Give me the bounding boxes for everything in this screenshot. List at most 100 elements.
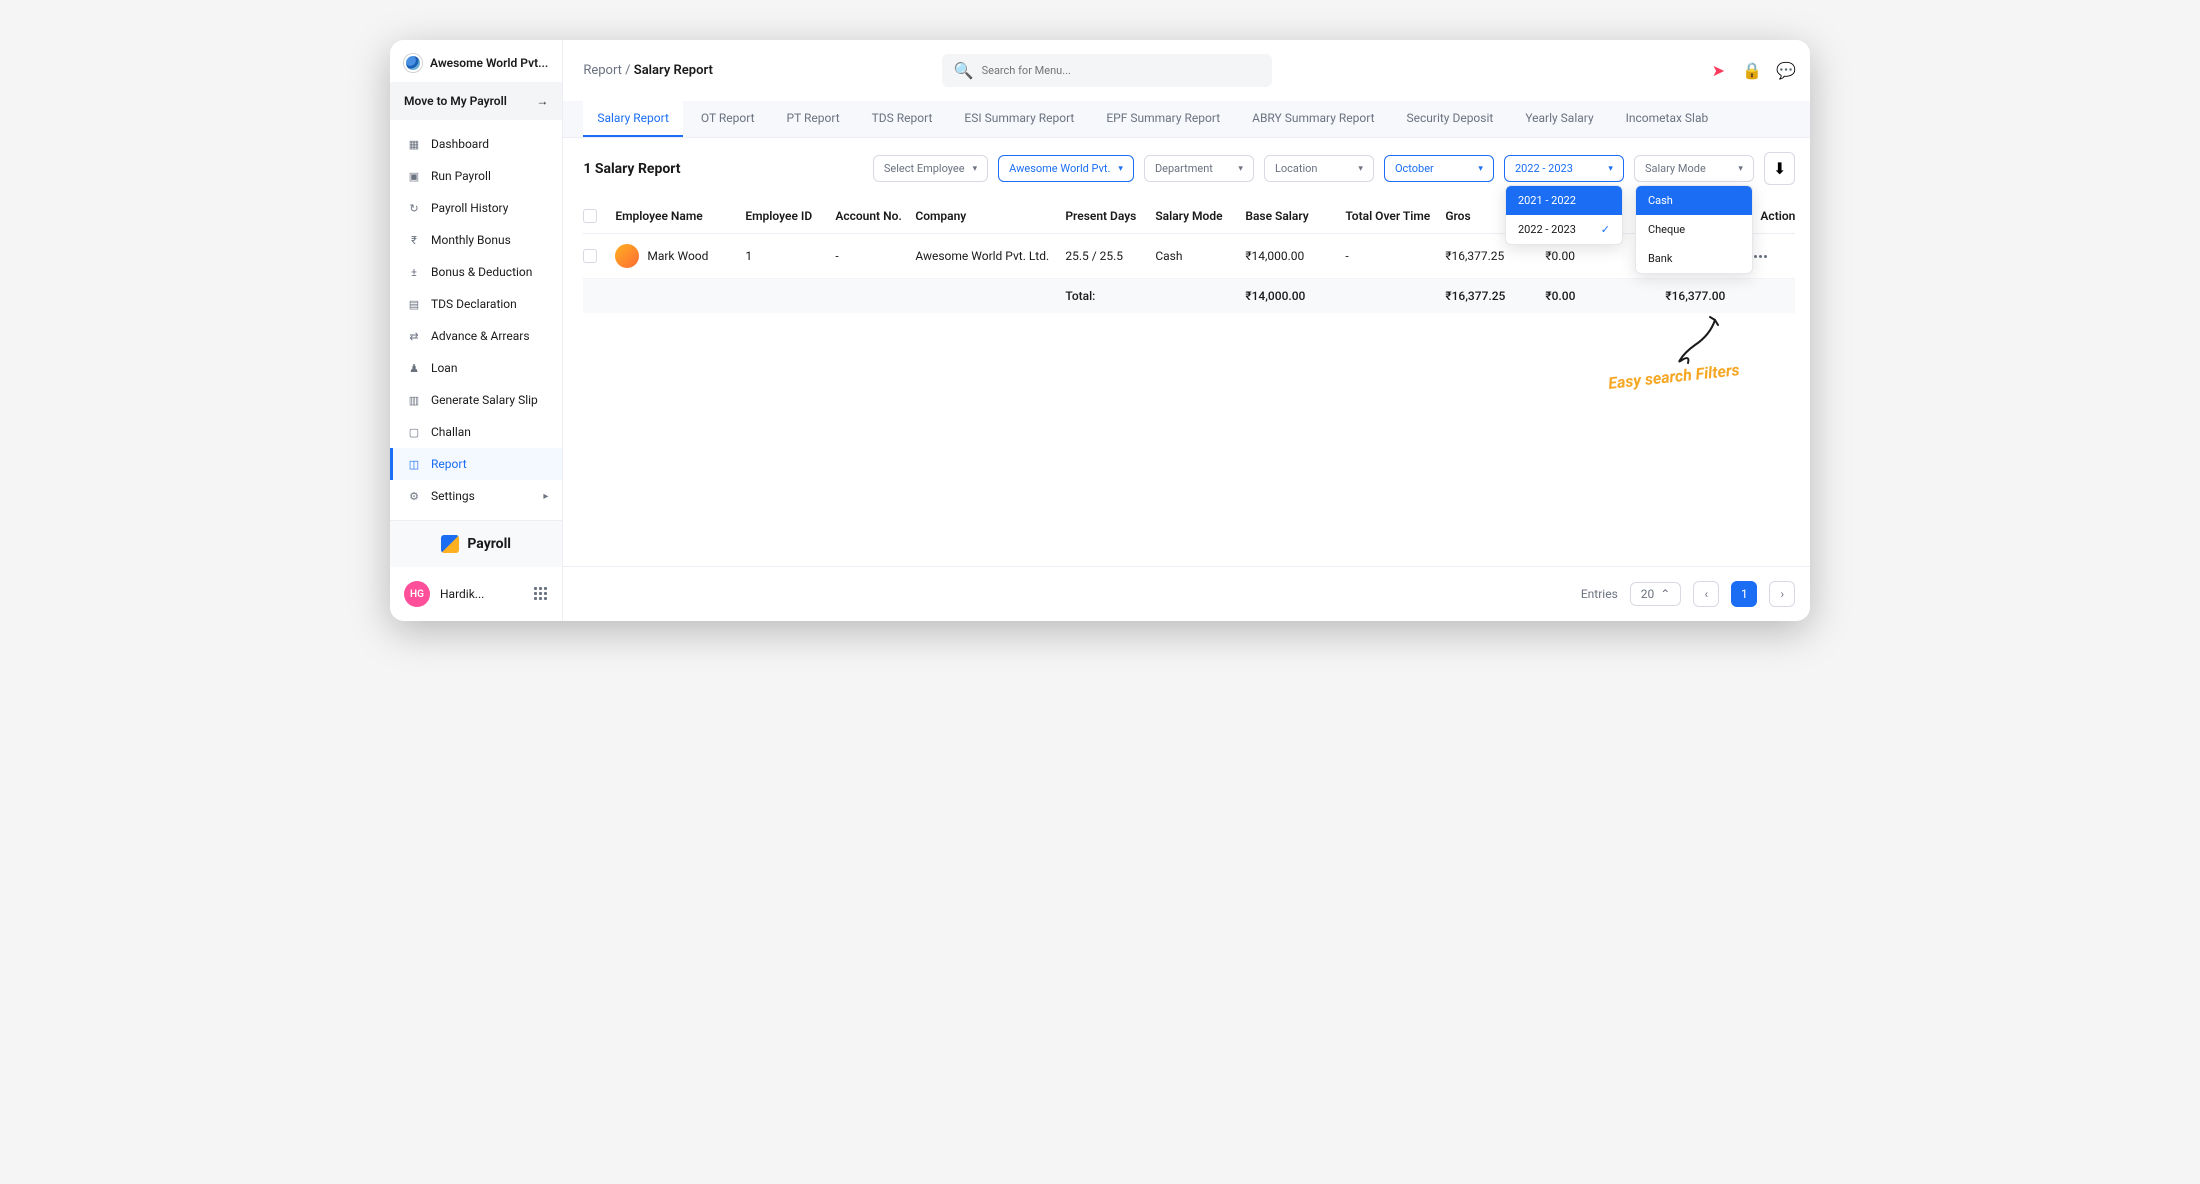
user-name: Hardik... bbox=[440, 587, 524, 601]
tab-security-deposit[interactable]: Security Deposit bbox=[1393, 101, 1508, 137]
mode-option[interactable]: Cash bbox=[1636, 186, 1752, 215]
nav-icon: ↻ bbox=[407, 201, 421, 215]
year-select[interactable]: 2022 - 2023▾ 2021 - 20222022 - 2023✓ bbox=[1504, 155, 1624, 182]
tab-esi-summary-report[interactable]: ESI Summary Report bbox=[950, 101, 1088, 137]
user-bar[interactable]: HG Hardik... bbox=[390, 567, 562, 621]
tab-epf-summary-report[interactable]: EPF Summary Report bbox=[1092, 101, 1234, 137]
filters-row: 1 Salary Report Select Employee▾ Awesome… bbox=[563, 138, 1810, 199]
chevron-down-icon: ▾ bbox=[1738, 164, 1743, 174]
tab-incometax-slab[interactable]: Incometax Slab bbox=[1612, 101, 1723, 137]
brand: Awesome World Pvt... bbox=[390, 40, 562, 82]
top-icons: ➤ 🔒 💬 bbox=[1709, 62, 1795, 80]
nav-label: Settings bbox=[431, 489, 475, 503]
search-input[interactable] bbox=[982, 64, 1260, 77]
total-c2: ₹0.00 bbox=[1545, 289, 1625, 303]
total-base: ₹14,000.00 bbox=[1245, 289, 1345, 303]
nav-item-tds-declaration[interactable]: ▤ TDS Declaration bbox=[390, 288, 562, 320]
nav-item-payroll-history[interactable]: ↻ Payroll History bbox=[390, 192, 562, 224]
tab-salary-report[interactable]: Salary Report bbox=[583, 101, 683, 137]
tab-tds-report[interactable]: TDS Report bbox=[858, 101, 947, 137]
cell-company: Awesome World Pvt. Ltd. bbox=[915, 249, 1065, 263]
nav-label: TDS Declaration bbox=[431, 297, 517, 311]
col-account-no: Account No. bbox=[835, 209, 915, 223]
sidebar: Awesome World Pvt... Move to My Payroll … bbox=[390, 40, 563, 621]
location-select[interactable]: Location▾ bbox=[1264, 155, 1374, 182]
nav-icon: ₹ bbox=[407, 233, 421, 247]
year-dropdown: 2021 - 20222022 - 2023✓ bbox=[1505, 185, 1623, 245]
search-icon: 🔍 bbox=[954, 61, 974, 80]
nav-label: Dashboard bbox=[431, 137, 489, 151]
nav-icon: ▥ bbox=[407, 393, 421, 407]
nav-label: Payroll History bbox=[431, 201, 508, 215]
cell-name: Mark Wood bbox=[647, 249, 708, 263]
chat-icon[interactable]: 💬 bbox=[1777, 62, 1795, 80]
announcement-icon[interactable]: ➤ bbox=[1709, 62, 1727, 80]
tab-yearly-salary[interactable]: Yearly Salary bbox=[1511, 101, 1607, 137]
tab-pt-report[interactable]: PT Report bbox=[773, 101, 854, 137]
lock-icon[interactable]: 🔒 bbox=[1743, 62, 1761, 80]
mode-option[interactable]: Bank bbox=[1636, 244, 1752, 273]
nav-item-generate-salary-slip[interactable]: ▥Generate Salary Slip bbox=[390, 384, 562, 416]
row-checkbox[interactable] bbox=[583, 249, 597, 263]
breadcrumb: Report / Salary Report bbox=[583, 63, 712, 78]
cell-c2: ₹0.00 bbox=[1545, 249, 1625, 263]
col-company: Company bbox=[915, 209, 1065, 223]
arrow-icon bbox=[1670, 315, 1730, 370]
nav-item-bonus-&-deduction[interactable]: ±Bonus & Deduction bbox=[390, 256, 562, 288]
month-select[interactable]: October▾ bbox=[1384, 155, 1494, 182]
nav-item-monthly-bonus[interactable]: ₹ Monthly Bonus bbox=[390, 224, 562, 256]
nav-label: Monthly Bonus bbox=[431, 233, 511, 247]
move-label: Move to My Payroll bbox=[404, 94, 507, 108]
employee-select[interactable]: Select Employee▾ bbox=[873, 155, 988, 182]
salary-mode-select[interactable]: Salary Mode▾ CashChequeBank bbox=[1634, 155, 1754, 182]
entries-label: Entries bbox=[1581, 587, 1618, 601]
nav-icon: ▤ bbox=[407, 297, 421, 311]
mode-option[interactable]: Cheque bbox=[1636, 215, 1752, 244]
arrow-right-icon: → bbox=[536, 94, 548, 108]
year-option[interactable]: 2022 - 2023✓ bbox=[1506, 215, 1622, 244]
department-select[interactable]: Department▾ bbox=[1144, 155, 1254, 182]
search-box[interactable]: 🔍 bbox=[942, 54, 1272, 87]
nav-item-loan[interactable]: ♟Loan bbox=[390, 352, 562, 384]
nav-icon: ▦ bbox=[407, 137, 421, 151]
nav-icon: ▢ bbox=[407, 425, 421, 439]
chevron-right-icon: ▸ bbox=[543, 491, 548, 502]
col-salary-mode: Salary Mode bbox=[1155, 209, 1245, 223]
tab-ot-report[interactable]: OT Report bbox=[687, 101, 769, 137]
cell-present: 25.5 / 25.5 bbox=[1065, 249, 1155, 263]
check-icon: ✓ bbox=[1601, 223, 1610, 236]
col-base-salary: Base Salary bbox=[1245, 209, 1345, 223]
bottom-brand-label: Payroll bbox=[467, 536, 511, 552]
nav-item-dashboard[interactable]: ▦ Dashboard bbox=[390, 128, 562, 160]
table: Employee Name Employee ID Account No. Co… bbox=[563, 199, 1810, 313]
nav-icon: ⇄ bbox=[407, 329, 421, 343]
nav-item-advance-&-arrears[interactable]: ⇄Advance & Arrears bbox=[390, 320, 562, 352]
nav-item-challan[interactable]: ▢ Challan bbox=[390, 416, 562, 448]
select-all-checkbox[interactable] bbox=[583, 209, 597, 223]
nav-item-settings[interactable]: ⚙Settings▸ bbox=[390, 480, 562, 512]
page-heading: 1 Salary Report bbox=[583, 161, 680, 177]
cell-acct: - bbox=[835, 249, 915, 263]
chevron-down-icon: ▾ bbox=[1478, 164, 1483, 174]
page-prev-button[interactable]: ‹ bbox=[1693, 581, 1719, 607]
brand-name: Awesome World Pvt... bbox=[430, 56, 548, 70]
app-grid-icon[interactable] bbox=[534, 587, 548, 601]
total-net: ₹16,377.00 bbox=[1625, 289, 1725, 303]
move-to-payroll-button[interactable]: Move to My Payroll → bbox=[390, 82, 562, 120]
download-button[interactable]: ⬇ bbox=[1764, 152, 1795, 185]
breadcrumb-root[interactable]: Report bbox=[583, 63, 622, 78]
user-avatar: HG bbox=[404, 581, 430, 607]
nav-label: Challan bbox=[431, 425, 471, 439]
nav-item-report[interactable]: ◫Report bbox=[390, 448, 562, 480]
cell-ot: - bbox=[1345, 249, 1445, 263]
page-number[interactable]: 1 bbox=[1731, 581, 1757, 607]
nav-item-run-payroll[interactable]: ▣Run Payroll bbox=[390, 160, 562, 192]
year-option[interactable]: 2021 - 2022 bbox=[1506, 186, 1622, 215]
col-employee-id: Employee ID bbox=[745, 209, 835, 223]
cell-base: ₹14,000.00 bbox=[1245, 249, 1345, 263]
cell-mode: Cash bbox=[1155, 249, 1245, 263]
tab-abry-summary-report[interactable]: ABRY Summary Report bbox=[1238, 101, 1388, 137]
page-next-button[interactable]: › bbox=[1769, 581, 1795, 607]
company-select[interactable]: Awesome World Pvt.▾ bbox=[998, 155, 1134, 182]
page-size-select[interactable]: 20⌃ bbox=[1630, 582, 1682, 606]
